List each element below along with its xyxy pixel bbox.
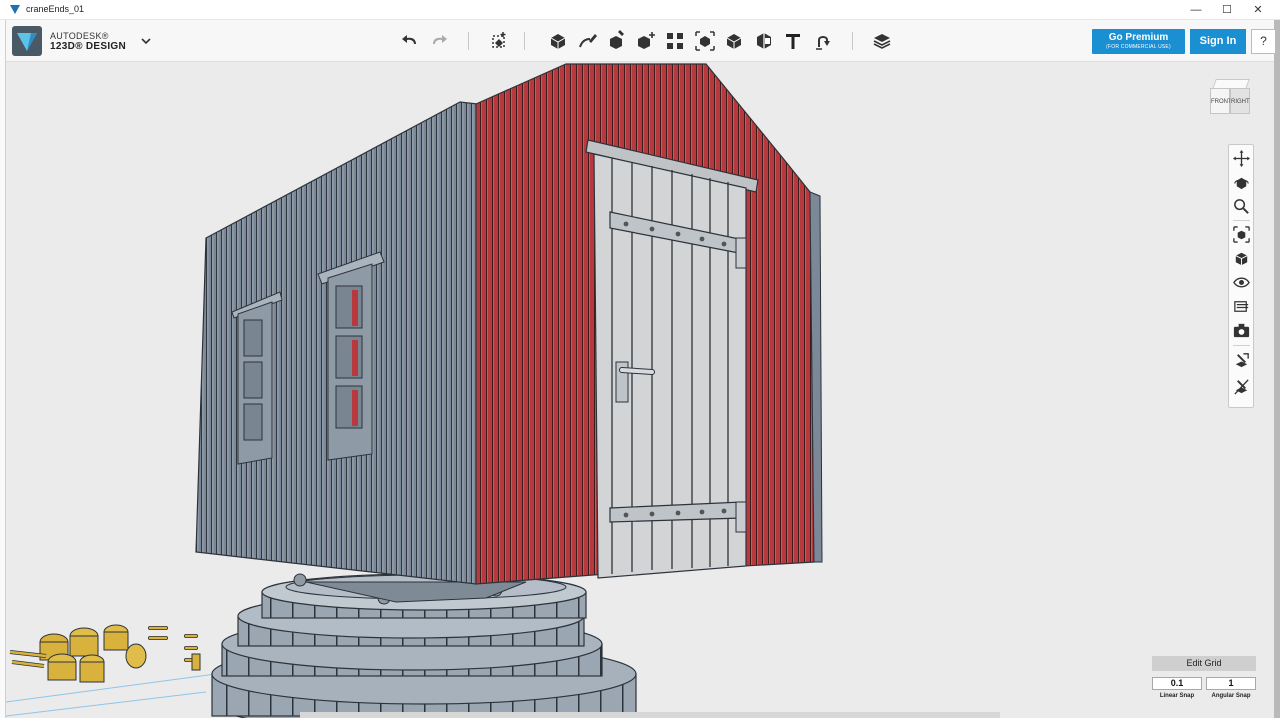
window-title: craneEnds_01	[26, 4, 85, 14]
pan-icon[interactable]	[1232, 149, 1251, 168]
camera-icon[interactable]	[1232, 321, 1251, 340]
toolbar-separator	[852, 32, 853, 50]
parts-pile[interactable]	[9, 624, 201, 683]
snap-tool-icon[interactable]	[1232, 351, 1251, 370]
desktop-edge-right	[1274, 20, 1280, 718]
chevron-down-icon[interactable]	[138, 33, 154, 49]
scene-canvas	[6, 63, 823, 718]
orbit-icon[interactable]	[1232, 173, 1251, 192]
toolbar-separator	[468, 32, 469, 50]
taskbar-strip	[300, 712, 1000, 718]
sign-in-button[interactable]: Sign In	[1190, 29, 1246, 54]
view-cube-right[interactable]: RIGHT	[1230, 88, 1250, 114]
snap-off-icon[interactable]	[1232, 377, 1251, 396]
maximize-button[interactable]: ☐	[1213, 2, 1241, 18]
fit-icon[interactable]	[1232, 225, 1251, 244]
view-cube-front[interactable]: FRONT	[1210, 88, 1232, 114]
nav-separator	[1233, 220, 1250, 221]
toolbar-separator	[524, 32, 525, 50]
turret-base[interactable]	[211, 573, 637, 718]
close-button[interactable]: ✕	[1244, 2, 1272, 18]
go-premium-label: Go Premium	[1108, 32, 1169, 43]
angular-snap-label: Angular Snap	[1211, 693, 1251, 699]
app-menu-logo[interactable]	[12, 26, 42, 56]
brand-product: 123D® DESIGN	[50, 41, 126, 52]
navigation-bar	[1228, 144, 1254, 408]
help-button[interactable]: ?	[1251, 29, 1276, 54]
pattern-icon[interactable]	[663, 29, 687, 53]
material-display-icon[interactable]	[1232, 297, 1251, 316]
primitives-icon[interactable]	[546, 29, 570, 53]
views-icon[interactable]	[1232, 249, 1251, 268]
transform-icon[interactable]	[487, 29, 511, 53]
material-icon[interactable]	[870, 29, 894, 53]
app-window: craneEnds_01 — ☐ ✕ AUTODESK® 123D® DESIG…	[0, 0, 1280, 718]
linear-snap-label: Linear Snap	[1159, 693, 1195, 699]
text-icon[interactable]	[781, 29, 805, 53]
angular-snap-input[interactable]: 1	[1206, 677, 1256, 690]
construct-icon[interactable]	[604, 29, 628, 53]
edit-grid-panel: Edit Grid 0.1 1 Linear Snap Angular Snap	[1152, 656, 1256, 708]
app-logo-icon	[10, 5, 20, 14]
sketch-icon[interactable]	[576, 29, 600, 53]
go-premium-button[interactable]: Go Premium (FOR COMMERCIAL USE)	[1092, 29, 1185, 54]
title-bar: craneEnds_01 — ☐ ✕	[0, 0, 1280, 20]
nav-separator	[1233, 345, 1250, 346]
undo-icon[interactable]	[398, 29, 422, 53]
main-toolbar: AUTODESK® 123D® DESIGN Go Premium (FOR C…	[6, 20, 1276, 62]
3d-viewport[interactable]: FRONT RIGHT Edit Grid 0.1 1 Linear Snap …	[6, 62, 1274, 718]
snap-icon[interactable]	[811, 29, 835, 53]
modify-icon[interactable]	[634, 29, 658, 53]
redo-icon[interactable]	[427, 29, 451, 53]
edit-grid-button[interactable]: Edit Grid	[1152, 656, 1256, 671]
combine-icon[interactable]	[722, 29, 746, 53]
cabin-door[interactable]	[585, 139, 759, 579]
view-cube[interactable]: FRONT RIGHT	[1206, 76, 1256, 120]
visibility-icon[interactable]	[1232, 273, 1251, 292]
brand-company: AUTODESK®	[50, 31, 109, 41]
go-premium-sublabel: (FOR COMMERCIAL USE)	[1106, 44, 1171, 50]
minimize-button[interactable]: —	[1182, 2, 1210, 18]
cabin-side-wall[interactable]	[195, 101, 479, 585]
grouping-icon[interactable]	[693, 29, 717, 53]
linear-snap-input[interactable]: 0.1	[1152, 677, 1202, 690]
zoom-icon[interactable]	[1232, 197, 1251, 216]
measure-icon[interactable]	[752, 29, 776, 53]
